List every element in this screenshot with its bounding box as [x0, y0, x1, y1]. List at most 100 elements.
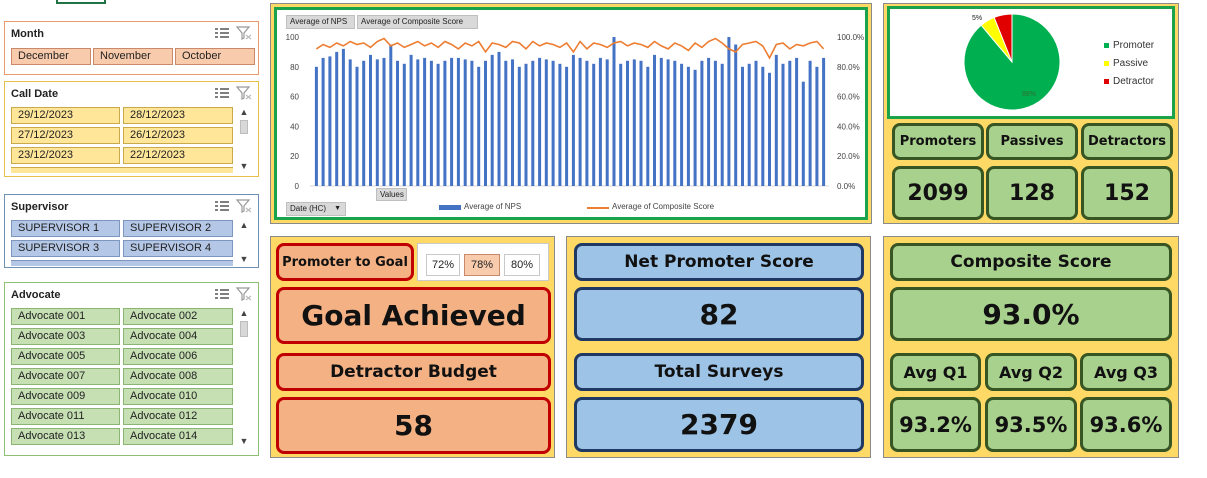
nps-bar[interactable] [598, 57, 602, 187]
scroll-up-icon[interactable]: ▲ [237, 220, 251, 230]
nps-bar[interactable] [416, 59, 420, 186]
call-date-item[interactable]: 26/12/2023 [123, 127, 233, 144]
nps-bar[interactable] [720, 63, 724, 186]
advocate-item[interactable]: Advocate 010 [123, 388, 233, 405]
scroll-up-icon[interactable]: ▲ [237, 308, 251, 318]
month-item-december[interactable]: December [11, 48, 91, 65]
call-date-item[interactable]: 28/12/2023 [123, 107, 233, 124]
nps-bar[interactable] [571, 54, 575, 187]
nps-bar[interactable] [741, 66, 744, 186]
nps-bar[interactable] [423, 57, 427, 187]
trend-chart-area[interactable]: Average of NPS Average of Composite Scor… [274, 7, 868, 220]
supervisor-scrollbar[interactable]: ▲ ▼ [237, 220, 251, 266]
call-date-item[interactable]: 22/12/2023 [123, 147, 233, 164]
nps-bar[interactable] [321, 57, 325, 187]
nps-bar[interactable] [653, 54, 656, 187]
goal-option-72[interactable]: 72% [426, 254, 460, 276]
nps-bar[interactable] [801, 81, 805, 186]
nps-bar[interactable] [774, 54, 778, 187]
nps-bar[interactable] [808, 60, 812, 186]
supervisor-item[interactable]: SUPERVISOR 3 [11, 240, 120, 257]
nps-bar[interactable] [768, 72, 771, 186]
nps-bar[interactable] [511, 59, 514, 186]
multi-select-icon[interactable] [214, 287, 230, 301]
pie-chart-area[interactable]: 88% 5% Promoter Passive Detractor [887, 6, 1175, 119]
nps-bar[interactable] [781, 63, 785, 186]
nps-bar[interactable] [436, 63, 440, 186]
nps-bar[interactable] [348, 59, 352, 186]
nps-bar[interactable] [693, 69, 697, 186]
scroll-thumb[interactable] [240, 321, 248, 337]
nps-bar[interactable] [355, 66, 359, 186]
nps-bar[interactable] [700, 60, 704, 186]
multi-select-icon[interactable] [214, 26, 230, 40]
advocate-item[interactable]: Advocate 002 [123, 308, 233, 325]
nps-bar[interactable] [335, 51, 339, 187]
nps-bar[interactable] [497, 51, 501, 187]
nps-bar[interactable] [538, 57, 542, 187]
nps-bar[interactable] [680, 63, 684, 186]
nps-bar[interactable] [551, 60, 555, 186]
multi-select-icon[interactable] [214, 199, 230, 213]
advocate-item[interactable]: Advocate 003 [11, 328, 120, 345]
scroll-up-icon[interactable]: ▲ [237, 107, 251, 117]
goal-option-80[interactable]: 80% [504, 254, 540, 276]
nps-bar[interactable] [375, 59, 379, 186]
nps-bar[interactable] [328, 56, 332, 187]
advocate-item[interactable]: Advocate 012 [123, 408, 233, 425]
nps-bar[interactable] [369, 54, 372, 187]
nps-bar[interactable] [734, 44, 738, 187]
supervisor-item[interactable]: SUPERVISOR 1 [11, 220, 120, 237]
clear-filter-icon[interactable] [235, 26, 252, 40]
advocate-item[interactable]: Advocate 007 [11, 368, 120, 385]
advocate-item[interactable]: Advocate 005 [11, 348, 120, 365]
advocate-item[interactable]: Advocate 014 [123, 428, 233, 445]
advocate-item[interactable]: Advocate 009 [11, 388, 120, 405]
nps-bar[interactable] [470, 60, 474, 186]
call-date-scrollbar[interactable]: ▲ ▼ [237, 107, 251, 175]
nps-bar[interactable] [619, 63, 623, 186]
nps-bar[interactable] [504, 60, 508, 186]
nps-bar[interactable] [341, 48, 345, 187]
goal-option-78[interactable]: 78% [464, 254, 500, 276]
nps-bar[interactable] [747, 63, 751, 186]
advocate-item[interactable]: Advocate 004 [123, 328, 233, 345]
nps-bar[interactable] [754, 60, 758, 186]
composite-score-line[interactable] [315, 37, 825, 60]
nps-bar[interactable] [450, 57, 454, 187]
nps-bar[interactable] [632, 59, 636, 186]
nps-bar[interactable] [788, 60, 792, 186]
nps-bar[interactable] [795, 57, 799, 187]
nps-bar[interactable] [429, 60, 433, 186]
nps-bar[interactable] [707, 57, 711, 187]
nps-bar[interactable] [558, 63, 562, 186]
nps-bar[interactable] [443, 60, 447, 186]
scroll-down-icon[interactable]: ▼ [237, 254, 251, 264]
nps-bar[interactable] [531, 60, 535, 186]
advocate-item[interactable]: Advocate 006 [123, 348, 233, 365]
nps-bar[interactable] [463, 59, 467, 186]
call-date-item[interactable]: 29/12/2023 [11, 107, 120, 124]
nps-bar[interactable] [815, 66, 819, 186]
nps-bar[interactable] [484, 60, 487, 186]
nps-bar[interactable] [314, 66, 318, 186]
nps-bar[interactable] [686, 66, 690, 186]
clear-filter-icon[interactable] [235, 86, 252, 100]
clear-filter-icon[interactable] [235, 199, 252, 213]
supervisor-item[interactable]: SUPERVISOR 4 [123, 240, 233, 257]
nps-bar[interactable] [456, 57, 460, 187]
nps-bar[interactable] [362, 60, 366, 186]
call-date-item[interactable]: 27/12/2023 [11, 127, 120, 144]
nps-bar[interactable] [605, 59, 609, 186]
call-date-item[interactable]: 23/12/2023 [11, 147, 120, 164]
nps-bar[interactable] [409, 54, 413, 187]
nps-bar[interactable] [659, 57, 663, 187]
nps-bar[interactable] [673, 60, 677, 186]
nps-bar[interactable] [578, 57, 582, 187]
scroll-down-icon[interactable]: ▼ [237, 436, 251, 446]
advocate-item[interactable]: Advocate 001 [11, 308, 120, 325]
supervisor-item[interactable]: SUPERVISOR 2 [123, 220, 233, 237]
advocate-scrollbar[interactable]: ▲ ▼ [237, 308, 251, 448]
nps-bar[interactable] [382, 57, 386, 187]
nps-bar[interactable] [402, 63, 406, 186]
